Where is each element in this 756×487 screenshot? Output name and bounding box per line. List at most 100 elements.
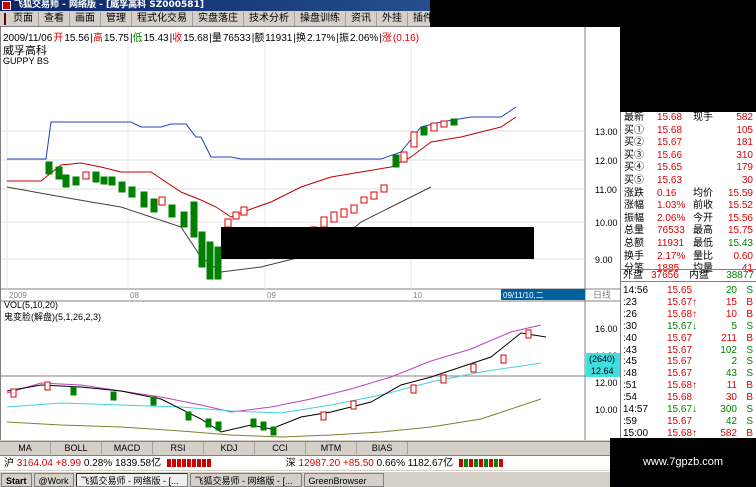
sub-bar xyxy=(205,418,212,428)
tick-row: :48 15.67 43 S xyxy=(621,368,756,379)
menu-real-trading[interactable]: 实盘落庄 xyxy=(193,11,244,26)
tick-side: B xyxy=(746,332,753,344)
sub-bar xyxy=(320,411,327,421)
outer-value: 37656 xyxy=(651,270,679,281)
quote-label: 换手 xyxy=(624,250,644,262)
menu-page[interactable]: 页面 xyxy=(8,11,39,26)
menu-tech-analysis[interactable]: 技术分析 xyxy=(244,11,295,26)
candlestick xyxy=(350,204,358,214)
quote-row: 换手 2.17% 量比 0.60 xyxy=(621,251,756,262)
sub-bar xyxy=(440,374,447,384)
quote-label-2: 最低 xyxy=(693,238,713,249)
sub-bar xyxy=(185,411,192,421)
candlestick xyxy=(45,161,53,175)
candlestick xyxy=(370,191,378,200)
tick-side: S xyxy=(746,404,753,415)
menu-external[interactable]: 外挂 xyxy=(377,11,408,26)
tick-volume: 211 xyxy=(721,332,737,344)
quote-label: 涨跌 xyxy=(624,187,644,199)
sub-bar xyxy=(525,329,532,339)
watermark: www.7gpzb.com xyxy=(610,438,756,487)
quote-row: 总额 11931 最低 15.43 xyxy=(621,238,756,249)
quote-value: 15.65 xyxy=(657,162,683,174)
tab-mtm[interactable]: MTM xyxy=(306,442,357,454)
candlestick xyxy=(180,211,188,228)
date-tick-label: 10 xyxy=(413,291,422,300)
candlestick xyxy=(232,211,240,220)
sub-cursor-top: (2640) xyxy=(589,354,615,364)
candlestick xyxy=(380,184,388,193)
tick-row: :40 15.67 211 B xyxy=(621,333,756,344)
tab-ma[interactable]: MA xyxy=(0,442,51,454)
quote-value: 0.16 xyxy=(657,187,677,199)
candlestick xyxy=(440,120,448,128)
tick-price: 15.68↑ xyxy=(667,308,698,320)
menu-trading-training[interactable]: 操盘训练 xyxy=(295,11,346,26)
tick-side: B xyxy=(746,308,753,320)
tick-time: :30 xyxy=(623,320,637,332)
menu-manage[interactable]: 管理 xyxy=(101,11,132,26)
tick-time: :43 xyxy=(623,344,637,356)
tick-row: 14:57 15.67↓ 300 S xyxy=(621,404,756,415)
menu-news[interactable]: 资讯 xyxy=(346,11,377,26)
tick-time: 14:57 xyxy=(623,404,649,415)
tick-side: S xyxy=(746,344,753,356)
tab-macd[interactable]: MACD xyxy=(102,442,153,454)
candlestick xyxy=(72,176,80,186)
sub-chart-group: VOL(5,10,20)鬼变脸(解盘)(5,1,26,2,3)16.0014.0… xyxy=(4,300,620,438)
menu-program-trading[interactable]: 程式化交易 xyxy=(132,11,193,26)
candlestick xyxy=(340,208,348,218)
inner-value: 38877 xyxy=(726,270,754,281)
tab-boll[interactable]: BOLL xyxy=(51,442,102,454)
sub-tick-label: 16.00 xyxy=(595,324,618,334)
taskbar-greenbrowser[interactable]: GreenBrowser xyxy=(303,472,384,487)
price-tick-label: 11.00 xyxy=(595,185,617,195)
tick-volume: 300 xyxy=(720,404,737,415)
quote-label: 总额 xyxy=(624,238,644,249)
quote-row: 买④ 15.65 179 xyxy=(621,162,756,173)
tick-row: :51 15.68↑ 11 B xyxy=(621,380,756,391)
sub-bar xyxy=(110,391,117,401)
quote-row: 最新 15.68 现手 582 xyxy=(621,112,756,123)
window-title: 飞狐交易师 - 网络版 - [威孚高科 SZ000581] xyxy=(14,0,204,10)
quote-value-2: 15.75 xyxy=(727,225,753,237)
date-tick-label: 2009 xyxy=(9,291,27,300)
quote-panel: 最新 15.68 现手 582 买① 15.68 105 买② 15.67 181 买③ 15.66 3… xyxy=(620,112,756,440)
sub-bar xyxy=(410,384,417,394)
tick-volume: 20 xyxy=(725,285,737,296)
main-chart-group: 13.00 12.00 11.00 10.00 9.00 2009 08 09 10 09/11/… xyxy=(1,27,618,300)
taskbar-app-1[interactable]: 飞狐交易师 - 网络版 - [... xyxy=(75,472,188,487)
quote-label: 买① xyxy=(624,124,644,136)
tab-cci[interactable]: CCI xyxy=(255,442,306,454)
tick-price: 15.67↓ xyxy=(667,404,698,415)
tick-time: :26 xyxy=(623,308,637,320)
sz-percent: 0.66% xyxy=(376,458,405,469)
price-tick-label: 9.00 xyxy=(595,255,613,265)
quote-value-2: 30 xyxy=(741,175,753,186)
taskbar-app-2[interactable]: 飞狐交易师 - 网络版 - [... xyxy=(189,472,302,487)
menu-view[interactable]: 查看 xyxy=(39,11,70,26)
taskbar: Start @Work 飞狐交易师 - 网络版 - [... 飞狐交易师 - 网… xyxy=(0,471,610,487)
tab-bias[interactable]: BIAS xyxy=(357,442,408,454)
sh-breadth-bars xyxy=(166,459,211,468)
info-low: 15.43 xyxy=(143,33,169,44)
tick-row: :59 15.67 42 S xyxy=(621,416,756,427)
quote-value-2: 15.59 xyxy=(727,187,753,199)
tick-row: :23 15.67↑ 15 B xyxy=(621,297,756,308)
indicator-tabs: MA BOLL MACD RSI KDJ CCI MTM BIAS xyxy=(0,441,610,454)
tick-volume: 42 xyxy=(725,415,737,427)
quote-value: 15.63 xyxy=(657,175,683,186)
sub-tick-label: 12.00 xyxy=(595,378,618,388)
sh-amount: 1839.58亿 xyxy=(114,458,162,469)
sh-index: 3164.04 xyxy=(16,458,53,469)
quote-row: 涨幅 1.03% 前收 15.52 xyxy=(621,200,756,211)
quote-row: 涨跌 0.16 均价 15.59 xyxy=(621,188,756,199)
taskbar-work[interactable]: @Work xyxy=(33,472,74,487)
menu-screen[interactable]: 画面 xyxy=(70,11,101,26)
tick-volume: 2 xyxy=(731,356,737,368)
tab-kdj[interactable]: KDJ xyxy=(204,442,255,454)
tick-volume: 15 xyxy=(725,296,737,308)
start-button[interactable]: Start xyxy=(1,472,32,487)
tab-rsi[interactable]: RSI xyxy=(153,442,204,454)
outer-inner-row: 外盘 37656 内盘 38877 xyxy=(621,269,756,282)
